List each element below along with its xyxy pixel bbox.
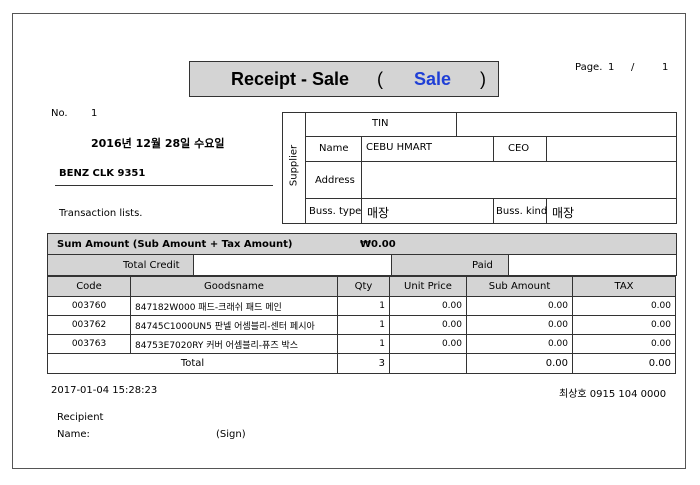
customer-name: BENZ CLK 9351 [59,168,146,179]
table-row: 003763 84753E7020RY 커버 어셈블리-퓨즈 박스 1 0.00… [47,334,676,354]
row-sub-amount: 0.00 [466,315,573,335]
page-label: Page. [575,62,603,73]
title-main: Receipt - Sale [231,69,350,89]
row-qty: 1 [337,315,390,335]
row-sub-amount: 0.00 [466,334,573,354]
total-credit-label: Total Credit [123,260,180,271]
total-unit-price [389,353,467,374]
header-sub-amount: Sub Amount [466,276,573,297]
row-qty: 1 [337,334,390,354]
row-unit-price: 0.00 [389,315,467,335]
sum-amount-value: ₩0.00 [360,239,396,250]
table-row: 003762 84745C1000UN5 판넬 어셈블리-센터 페시아 1 0.… [47,315,676,335]
title-paren-open: ( [377,69,383,89]
row-code: 003763 [47,334,131,354]
total-row: Total 3 0.00 0.00 [47,353,676,374]
credit-divider-1 [193,254,194,276]
ceo-label: CEO [508,143,530,154]
header-unit-price: Unit Price [389,276,467,297]
recipient-label: Recipient [57,412,104,423]
buss-kind-value: 매장 [552,206,575,220]
supplier-side-column: Supplier [282,112,306,224]
row-goodsname: 84753E7020RY 커버 어셈블리-퓨즈 박스 [130,334,338,354]
customer-underline [55,185,273,186]
paid-label: Paid [472,260,493,271]
page-current: 1 [608,62,615,73]
credit-divider-2 [391,254,392,276]
row-tax: 0.00 [572,296,676,316]
table-row: 003760 847182W000 패드-크래쉬 패드 메인 1 0.00 0.… [47,296,676,316]
address-label: Address [315,175,355,186]
receipt-no-value: 1 [91,108,98,119]
total-label: Total [47,353,338,374]
transaction-label: Transaction lists. [59,208,143,219]
supplier-name-value: CEBU HMART [366,142,432,153]
sum-amount-label: Sum Amount (Sub Amount + Tax Amount) [57,239,293,250]
title-kind: Sale [414,69,452,89]
buss-kind-label: Buss. kind [496,206,548,217]
total-tax: 0.00 [572,353,676,374]
items-table: Code Goodsname Qty Unit Price Sub Amount… [47,276,676,374]
supplier-tin-divider [456,112,457,137]
header-goodsname: Goodsname [130,276,338,297]
page-separator: / [631,62,635,73]
recipient-name-label: Name: [57,429,90,440]
receipt-title-box: Receipt - Sale ( Sale ) [189,61,499,97]
row-tax: 0.00 [572,315,676,335]
title-paren-close: ) [480,69,486,89]
page-total: 1 [662,62,669,73]
print-timestamp: 2017-01-04 15:28:23 [51,385,158,396]
row-goodsname: 84745C1000UN5 판넬 어셈블리-센터 페시아 [130,315,338,335]
tin-label: TIN [372,118,389,129]
total-qty: 3 [337,353,390,374]
row-code: 003762 [47,315,131,335]
row-qty: 1 [337,296,390,316]
supplier-side-label: Supplier [288,144,300,187]
row-unit-price: 0.00 [389,334,467,354]
header-qty: Qty [337,276,390,297]
row-tax: 0.00 [572,334,676,354]
header-code: Code [47,276,131,297]
row-sub-amount: 0.00 [466,296,573,316]
contact-info: 최상호 0915 104 0000 [559,389,667,400]
buss-type-label: Buss. type [309,206,362,217]
receipt-no-label: No. [51,108,68,119]
supplier-ceo-divider-1 [493,136,494,161]
row-unit-price: 0.00 [389,296,467,316]
sign-label: (Sign) [216,429,246,440]
items-header-row: Code Goodsname Qty Unit Price Sub Amount… [47,276,676,297]
supplier-kind-divider-1 [493,198,494,224]
credit-divider-3 [508,254,509,276]
receipt-date: 2016년 12월 28일 수요일 [91,137,225,150]
row-goodsname: 847182W000 패드-크래쉬 패드 메인 [130,296,338,316]
header-tax: TAX [572,276,676,297]
supplier-name-label: Name [319,143,349,154]
buss-type-value: 매장 [367,206,390,220]
total-sub-amount: 0.00 [466,353,573,374]
supplier-ceo-divider-2 [546,136,547,161]
row-code: 003760 [47,296,131,316]
